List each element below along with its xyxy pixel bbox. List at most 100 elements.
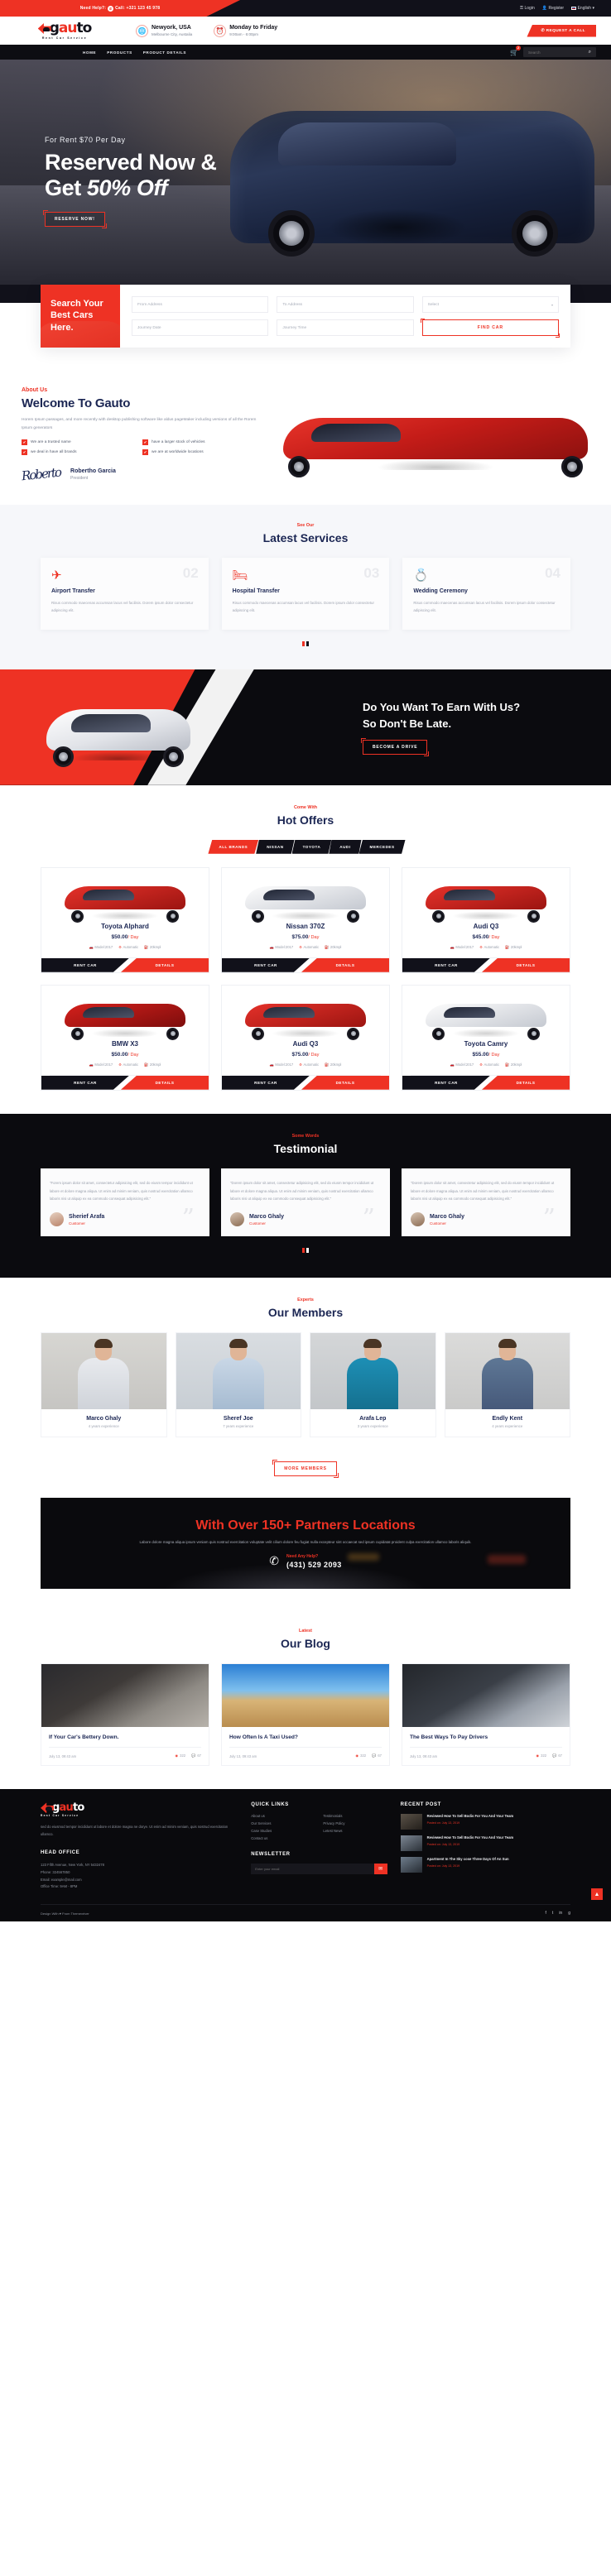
blog-eyebrow: Latest bbox=[299, 1629, 312, 1634]
search-icon[interactable]: ⌕ bbox=[589, 50, 591, 55]
footer-link-privacy[interactable]: Privacy Policy bbox=[323, 1821, 387, 1825]
rent-car-button[interactable]: RENT CAR bbox=[41, 1075, 129, 1090]
request-call-button[interactable]: ✆ REQUEST A CALL bbox=[527, 24, 596, 37]
member-card[interactable]: Marco Ghaly 4 years experience bbox=[41, 1332, 167, 1438]
tab-audi[interactable]: AUDI bbox=[329, 839, 362, 854]
service-card[interactable]: 04 💍 Wedding Ceremony Risus commodo maec… bbox=[402, 558, 570, 630]
member-card[interactable]: Sheref Joe 7 years experience bbox=[175, 1332, 301, 1438]
car-card[interactable]: Nissan 370Z $75.00/ Day 🚗 Model:2017 ⚙ Automa… bbox=[221, 866, 390, 973]
recent-post-item[interactable]: Apartment In The Sky cose Three Days Of … bbox=[400, 1857, 570, 1873]
linkedin-icon[interactable]: in bbox=[559, 1911, 562, 1916]
carousel-dot-active[interactable] bbox=[302, 640, 305, 646]
brand-filter-tabs: ALL BRANDS NISSAN TOYOTA AUDI MERCEDES bbox=[41, 839, 570, 854]
recent-post-item[interactable]: Reviewed How To Sell Bodis For You And Y… bbox=[400, 1814, 570, 1830]
details-button[interactable]: DETAILS bbox=[121, 957, 209, 972]
social-links: f t in g bbox=[546, 1911, 570, 1916]
details-button[interactable]: DETAILS bbox=[482, 1075, 570, 1090]
register-link[interactable]: 👤 Register bbox=[542, 6, 564, 11]
car-type-select[interactable]: Select bbox=[421, 296, 559, 313]
need-help-label: Need Help?: bbox=[79, 6, 107, 11]
tab-toyota[interactable]: TOYOTA bbox=[291, 839, 332, 854]
newsletter-email-input[interactable] bbox=[251, 1864, 374, 1875]
footer-link-case-studies[interactable]: Case Studies bbox=[251, 1829, 315, 1833]
blog-card[interactable]: If Your Car's Bettery Down. July 13, 09:… bbox=[41, 1663, 209, 1767]
blog-card[interactable]: The Best Ways To Pay Drivers July 13, 09… bbox=[402, 1663, 570, 1767]
blog-post-title[interactable]: The Best Ways To Pay Drivers bbox=[410, 1734, 562, 1749]
footer-link-contact[interactable]: Contact us bbox=[251, 1836, 315, 1840]
testimonial-carousel-dots[interactable] bbox=[41, 1248, 570, 1254]
recent-post-item[interactable]: Reviewed How To Sell Bodis For You And Y… bbox=[400, 1835, 570, 1852]
blog-card[interactable]: How Often Is A Taxi Used? July 13, 09:43… bbox=[221, 1663, 390, 1767]
shopping-cart-icon[interactable]: 🛒 2 bbox=[510, 45, 521, 56]
nav-item-products[interactable]: PRODUCTS bbox=[107, 50, 132, 55]
footer-link-services[interactable]: Our Services bbox=[251, 1821, 315, 1825]
google-icon[interactable]: g bbox=[568, 1911, 570, 1916]
service-card[interactable]: 03 🛏 Hospital Transfer Risus commodo mae… bbox=[221, 558, 390, 630]
footer-link-latest-news[interactable]: Letest News bbox=[323, 1829, 387, 1833]
footer-head-office: HEAD OFFICE 123 Fifth Avenue, New York, … bbox=[41, 1850, 238, 1891]
phone-icon: ✆ bbox=[108, 5, 114, 12]
tab-nissan[interactable]: NISSAN bbox=[256, 839, 295, 854]
tab-mercedes[interactable]: MERCEDES bbox=[358, 839, 406, 854]
footer-link-testimonials[interactable]: Testimonials bbox=[323, 1814, 387, 1818]
details-button[interactable]: DETAILS bbox=[482, 957, 570, 972]
language-selector[interactable]: English ▾ bbox=[571, 6, 594, 11]
earn-content: Do You Want To Earn With Us? So Don't Be… bbox=[360, 699, 611, 757]
become-driver-button[interactable]: BECOME A DRIVE bbox=[360, 738, 430, 757]
logo-text-u: to bbox=[76, 20, 92, 36]
rent-car-button[interactable]: RENT CAR bbox=[402, 1075, 490, 1090]
search-input[interactable] bbox=[528, 50, 589, 55]
more-members-button[interactable]: MORE MEMBERS bbox=[272, 1460, 339, 1479]
details-button[interactable]: DETAILS bbox=[121, 1075, 209, 1090]
key-icon: ⚿ bbox=[520, 6, 523, 11]
member-card[interactable]: Arafa Lep 3 years experience bbox=[310, 1332, 436, 1438]
carousel-dot[interactable] bbox=[306, 1248, 309, 1254]
footer-recent-col: RECENT POST Reviewed How To Sell Bodis F… bbox=[400, 1802, 570, 1891]
reserve-now-button[interactable]: RESERVE NOW! bbox=[43, 209, 107, 228]
scroll-to-top-button[interactable]: ▲ bbox=[591, 1888, 603, 1901]
carousel-dot[interactable] bbox=[306, 640, 309, 646]
footer-link-about[interactable]: About us bbox=[251, 1814, 315, 1818]
car-card[interactable]: BMW X3 $50.00/ Day 🚗 Model:2017 ⚙ Automatic ⛽ 2… bbox=[41, 984, 209, 1091]
blog-post-title[interactable]: How Often Is A Taxi Used? bbox=[229, 1734, 382, 1749]
blog-post-title[interactable]: If Your Car's Bettery Down. bbox=[49, 1734, 201, 1749]
twitter-icon[interactable]: t bbox=[552, 1911, 553, 1916]
tab-all-brands[interactable]: ALL BRANDS bbox=[208, 839, 259, 854]
nav-item-product-details[interactable]: PRODUCT DETAILS bbox=[143, 50, 186, 55]
car-card[interactable]: Toyota Alphard $50.00/ Day 🚗 Model:2017 ⚙ Aut… bbox=[41, 866, 209, 973]
logo[interactable]: gauto Rent Car Service bbox=[15, 22, 114, 40]
rent-car-button[interactable]: RENT CAR bbox=[222, 957, 310, 972]
blog-header: Latest Our Blog bbox=[41, 1629, 570, 1650]
rent-car-button[interactable]: RENT CAR bbox=[41, 957, 129, 972]
blog-section: Latest Our Blog If Your Car's Bettery Do… bbox=[0, 1610, 611, 1790]
testimonial-grid: ” "Forem ipsum dolor sit amet, consectet… bbox=[41, 1168, 570, 1237]
car-card[interactable]: Audi Q3 $45.00/ Day 🚗 Model:2017 ⚙ Automatic ⛽… bbox=[402, 866, 570, 973]
car-mileage: ⛽ 20kmpl bbox=[144, 1062, 161, 1067]
services-carousel-dots[interactable] bbox=[41, 640, 570, 646]
search-box[interactable]: ⌕ bbox=[523, 47, 596, 57]
car-card[interactable]: Toyota Camry $55.00/ Day 🚗 Model:2017 ⚙ Autom… bbox=[402, 984, 570, 1091]
find-car-button[interactable]: FIND CAR bbox=[421, 318, 560, 338]
search-form: Search Your Best Cars Here. From Address… bbox=[41, 285, 570, 348]
journey-date-input[interactable]: Journey Date bbox=[132, 319, 269, 336]
nav-item-home[interactable]: HOME bbox=[83, 50, 96, 55]
login-link[interactable]: ⚿ Login bbox=[520, 6, 535, 11]
car-card[interactable]: Audi Q3 $75.00/ Day 🚗 Model:2017 ⚙ Automatic ⛽… bbox=[221, 984, 390, 1091]
member-card[interactable]: Endly Kent 4 years experience bbox=[444, 1332, 570, 1438]
partners-banner: With Over 150+ Partners Locations Labore… bbox=[41, 1498, 570, 1590]
rent-car-button[interactable]: RENT CAR bbox=[222, 1075, 310, 1090]
car-window bbox=[83, 889, 134, 900]
to-address-input[interactable]: To Address bbox=[277, 296, 414, 313]
details-button[interactable]: DETAILS bbox=[301, 957, 389, 972]
eye-icon: ◉ bbox=[355, 1753, 359, 1758]
journey-time-input[interactable]: Journey Time bbox=[277, 319, 414, 336]
footer-logo[interactable]: gauto Rent Car Service bbox=[41, 1802, 238, 1817]
details-button[interactable]: DETAILS bbox=[301, 1075, 389, 1090]
service-card[interactable]: 02 ✈ Airport Transfer Risus commodo maec… bbox=[41, 558, 209, 630]
partners-phone-number[interactable]: (431) 529 2093 bbox=[286, 1561, 342, 1569]
from-address-input[interactable]: From Address bbox=[132, 296, 269, 313]
car-icon: 🚗 bbox=[89, 1062, 94, 1067]
rent-car-button[interactable]: RENT CAR bbox=[402, 957, 490, 972]
carousel-dot-active[interactable] bbox=[302, 1248, 305, 1254]
newsletter-submit-button[interactable]: ✉ bbox=[373, 1864, 387, 1875]
